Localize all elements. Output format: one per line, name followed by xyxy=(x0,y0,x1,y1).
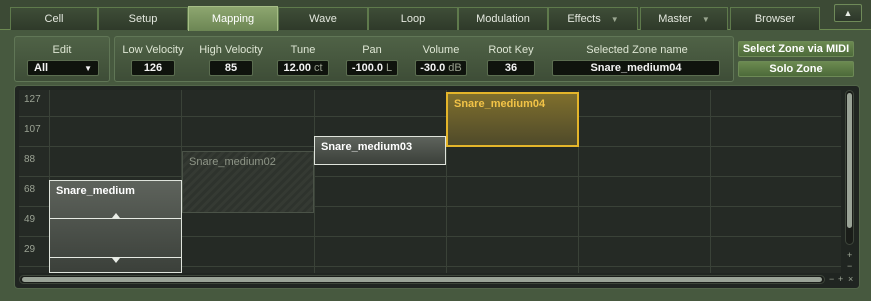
tab-label: Wave xyxy=(309,13,337,25)
volume-unit: dB xyxy=(448,62,462,74)
tab-label: Browser xyxy=(754,13,796,25)
vertical-scroll-thumb[interactable] xyxy=(847,93,852,228)
tab-label: Setup xyxy=(128,13,158,25)
low-velocity-value: 126 xyxy=(143,62,163,74)
velocity-label: 29 xyxy=(24,244,36,255)
zone-snare-medium03[interactable]: Snare_medium03 xyxy=(314,136,446,165)
grid-line xyxy=(19,116,841,117)
zone-name: Snare_medium03 xyxy=(321,141,413,153)
zoom-out-vertical-icon[interactable]: − xyxy=(847,261,852,271)
tab-browser[interactable]: Browser xyxy=(730,7,820,30)
collapse-panel-button[interactable]: ▲ xyxy=(834,4,862,22)
tab-modulation[interactable]: Modulation xyxy=(458,7,548,30)
velocity-label: 49 xyxy=(24,214,36,225)
tab-label: Modulation xyxy=(476,13,530,25)
grid-line xyxy=(710,90,711,273)
tune-field[interactable]: 12.00 ct xyxy=(277,60,329,76)
zone-map-panel: 127 107 88 68 49 29 Snare_medium04 Snare… xyxy=(14,85,860,289)
chevron-down-icon: ▼ xyxy=(610,14,619,24)
edit-select-value: All xyxy=(34,62,49,74)
low-velocity-field[interactable]: 126 xyxy=(131,60,175,76)
tab-label: Mapping xyxy=(211,13,255,25)
zone-name-value: Snare_medium04 xyxy=(590,62,682,74)
tab-label: Loop xyxy=(400,13,426,25)
pan-label: Pan xyxy=(362,44,382,56)
zone-name-field[interactable]: Snare_medium04 xyxy=(552,60,720,76)
volume-label: Volume xyxy=(422,44,460,56)
zoom-out-horizontal-icon[interactable]: − xyxy=(829,274,834,284)
tab-effects[interactable]: Effects ▼ xyxy=(548,7,638,30)
high-velocity-value: 85 xyxy=(224,62,238,74)
velocity-label: 88 xyxy=(24,154,36,165)
volume-field[interactable]: -30.0 dB xyxy=(415,60,467,76)
chevron-down-icon: ▼ xyxy=(701,14,710,24)
edit-group: Edit All ▼ xyxy=(14,36,110,82)
chevron-down-icon: ▼ xyxy=(84,63,92,73)
edit-label: Edit xyxy=(52,44,72,56)
zone-name: Snare_medium xyxy=(56,185,135,197)
pan-value: -100.0 xyxy=(351,62,384,74)
zoom-in-horizontal-icon[interactable]: + xyxy=(838,274,843,284)
zone-snare-medium04[interactable]: Snare_medium04 xyxy=(446,92,579,147)
pan-unit: L xyxy=(386,62,393,74)
zone-name: Snare_medium02 xyxy=(189,156,276,168)
root-key-label: Root Key xyxy=(488,44,534,56)
tune-label: Tune xyxy=(290,44,316,56)
close-icon[interactable]: × xyxy=(848,274,853,284)
zone-snare-medium02[interactable]: Snare_medium02 xyxy=(182,151,314,213)
high-velocity-param: High Velocity 85 xyxy=(195,37,267,83)
tab-label: Effects xyxy=(567,13,601,25)
zone-name: Snare_medium04 xyxy=(454,98,546,110)
velocity-label: 68 xyxy=(24,184,36,195)
solo-zone-button[interactable]: Solo Zone xyxy=(738,61,854,77)
resize-handle-down-icon[interactable] xyxy=(111,258,120,263)
tab-setup[interactable]: Setup xyxy=(98,7,188,30)
tune-value: 12.00 xyxy=(283,62,311,74)
values-group: Low Velocity 126 High Velocity 85 Tune 1… xyxy=(114,36,734,82)
tab-loop[interactable]: Loop xyxy=(368,7,458,30)
tab-label: Master xyxy=(658,13,692,25)
root-key-field[interactable]: 36 xyxy=(487,60,535,76)
zone-name-param: Selected Zone name Snare_medium04 xyxy=(547,37,727,83)
pan-param: Pan -100.0 L xyxy=(340,37,404,83)
tune-unit: ct xyxy=(313,62,323,74)
grid-line xyxy=(19,176,841,177)
tab-master[interactable]: Master ▼ xyxy=(640,7,728,30)
zone-map-grid[interactable]: 127 107 88 68 49 29 Snare_medium04 Snare… xyxy=(19,90,841,273)
zone-divider xyxy=(50,218,181,219)
zone-snare-medium[interactable]: Snare_medium xyxy=(49,180,182,273)
tab-wave[interactable]: Wave xyxy=(278,7,368,30)
tab-mapping[interactable]: Mapping xyxy=(188,6,278,31)
vertical-scrollbar[interactable] xyxy=(845,90,854,245)
collapse-up-icon: ▲ xyxy=(843,8,853,18)
zoom-in-vertical-icon[interactable]: + xyxy=(847,250,852,260)
select-zone-via-midi-label: Select Zone via MIDI xyxy=(742,43,850,55)
select-zone-via-midi-button[interactable]: Select Zone via MIDI xyxy=(738,41,854,57)
edit-select[interactable]: All ▼ xyxy=(27,60,99,76)
low-velocity-label: Low Velocity xyxy=(122,44,184,56)
pan-field[interactable]: -100.0 L xyxy=(346,60,398,76)
volume-param: Volume -30.0 dB xyxy=(409,37,473,83)
horizontal-scroll-thumb[interactable] xyxy=(22,277,822,282)
root-key-param: Root Key 36 xyxy=(479,37,543,83)
zone-parameters-bar: Edit All ▼ Low Velocity 126 High Velocit… xyxy=(14,36,860,82)
tune-param: Tune 12.00 ct xyxy=(271,37,335,83)
zone-name-label: Selected Zone name xyxy=(586,44,688,56)
velocity-label: 127 xyxy=(24,94,41,105)
tab-cell[interactable]: Cell xyxy=(10,7,98,30)
horizontal-scrollbar[interactable] xyxy=(19,275,825,284)
grid-line xyxy=(314,90,315,273)
high-velocity-field[interactable]: 85 xyxy=(209,60,253,76)
velocity-label: 107 xyxy=(24,124,41,135)
tab-label: Cell xyxy=(44,13,64,25)
zone-actions: Select Zone via MIDI Solo Zone xyxy=(738,41,860,81)
tab-bar: Cell Setup Mapping Wave Loop Modulation … xyxy=(0,0,871,31)
volume-value: -30.0 xyxy=(420,62,446,74)
low-velocity-param: Low Velocity 126 xyxy=(117,37,189,83)
root-key-value: 36 xyxy=(504,62,518,74)
solo-zone-label: Solo Zone xyxy=(769,63,823,75)
high-velocity-label: High Velocity xyxy=(199,44,263,56)
